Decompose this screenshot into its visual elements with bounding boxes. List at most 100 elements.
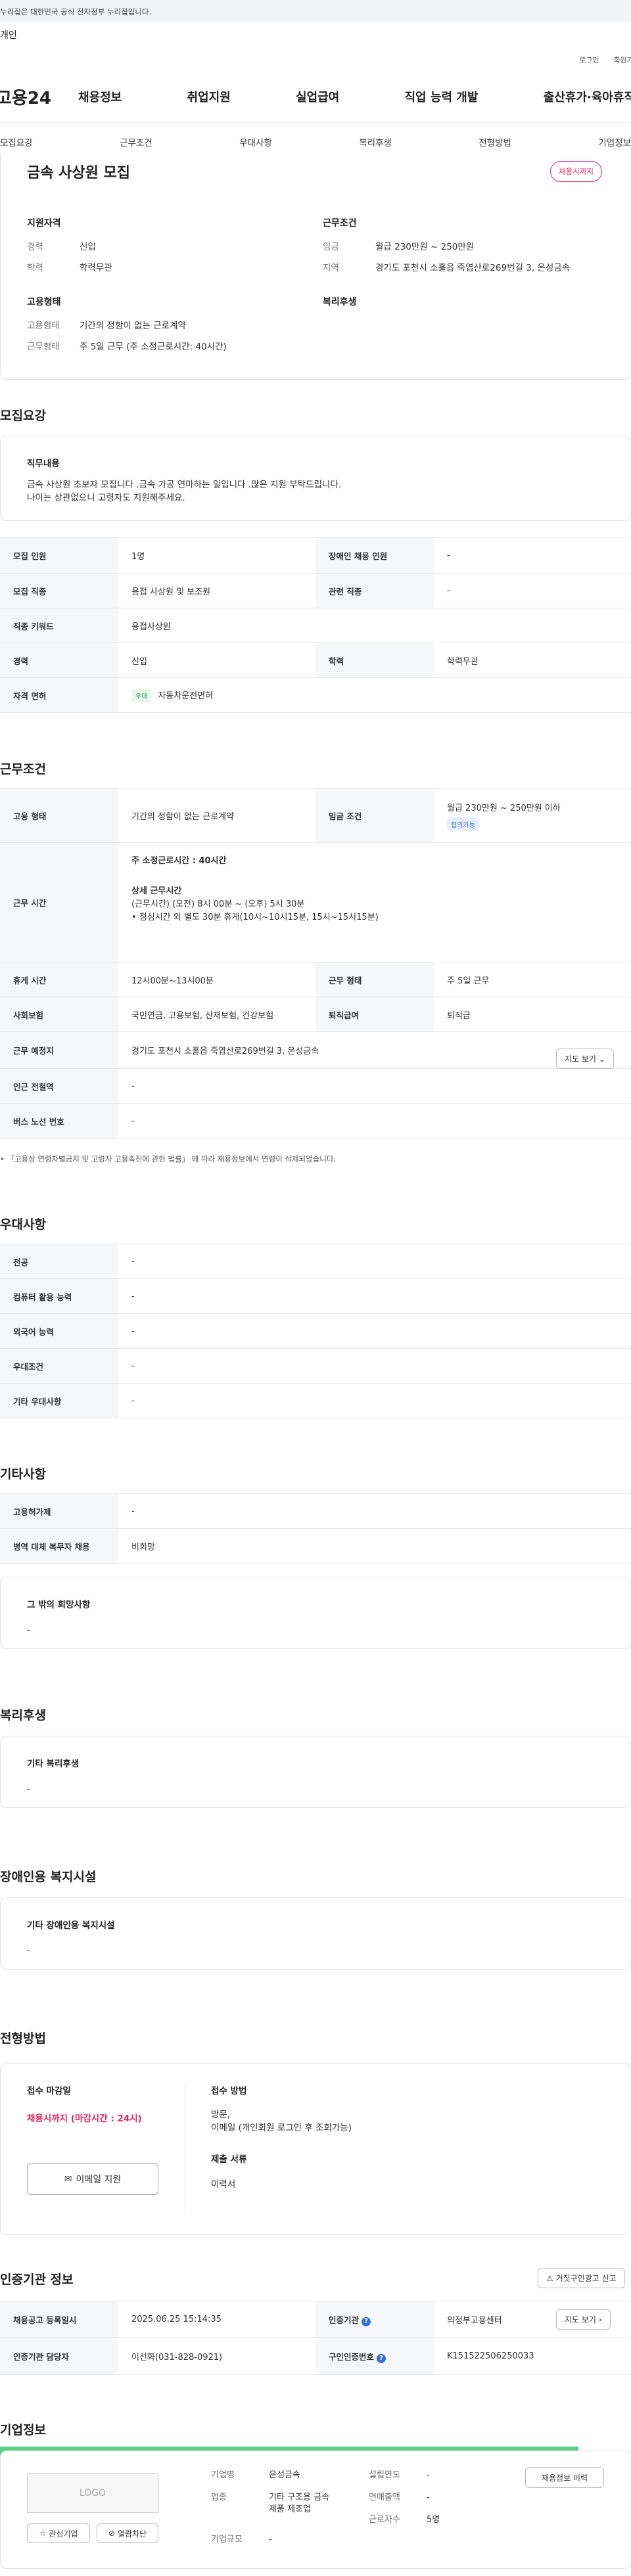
welfare-title: 복리후생 [323, 297, 357, 307]
method-group: 접수 방법 방문, 이메일 (개인회원 로그인 후 조회가능) 제출 서류 이력… [211, 2083, 352, 2190]
cell-key: 근무 시간 [0, 842, 118, 962]
conditions-title: 근무조건 [323, 218, 357, 229]
info-icon[interactable]: ? [362, 2316, 371, 2326]
revenue-key-text: 연매출액 [369, 2493, 400, 2502]
deadline-badge: 채용시까지 [550, 161, 602, 182]
cell-value: 2025.06.25 15:14:35 [118, 2301, 316, 2338]
table-row: 병역 대체 복무자 채용 비희망 [0, 1528, 631, 1564]
size-key: 기업규모 [211, 2534, 243, 2546]
cell-value: - [118, 1103, 631, 1139]
menu-jobs[interactable]: 채용정보 [78, 88, 122, 105]
cell-key: 장애인 채용 인원 [316, 537, 434, 574]
welfare-group: 복리후생 [323, 295, 599, 320]
info-icon[interactable]: ? [377, 2353, 386, 2363]
map-view-button[interactable]: 지도 보기 ⌄ [556, 1049, 614, 1069]
subnav-welfare[interactable]: 복리후생 [359, 135, 392, 148]
site-logo[interactable]: 고용24 [0, 85, 78, 109]
block-icon: ⊘ [108, 2529, 115, 2538]
member-type-tabs: 개인 기업 [0, 22, 631, 2558]
false-ad-report-button[interactable]: ⚠ 거짓구인광고 신고 [538, 2268, 625, 2288]
util-links: 로그인 회원가입 [0, 49, 631, 71]
email-apply-label: 이메일 지원 [76, 2175, 122, 2185]
cell-key: 인증기관 담당자 [0, 2338, 118, 2375]
preferred-tag: 우대 [131, 688, 152, 702]
table-row: 인근 전철역 - [0, 1068, 631, 1104]
emp-key: 근무형태 [27, 342, 60, 352]
table-row: 모집 직종 용접 사상원 및 보조원 관련 직종 - [0, 573, 631, 608]
menu-job-training[interactable]: 직업 능력 개발 [405, 88, 479, 105]
cell-value: - [434, 573, 631, 608]
company-logo: LOGO [27, 2474, 158, 2513]
table-row: 자격 면허 우대 자동차운전면허 [0, 677, 631, 713]
subnav-company[interactable]: 기업정보 [598, 135, 631, 148]
job-title: 금속 사상원 모집 [27, 165, 130, 181]
weekly-hours-text: 주 소정근로시간 : 40시간 [131, 856, 227, 866]
size-value: - [269, 2535, 272, 2544]
gov-notice-text: 이 누리집은 대한민국 공식 전자정부 누리집입니다. [0, 7, 152, 16]
section-title-preference: 우대사항 [0, 1217, 46, 1232]
disability-value: - [27, 1945, 30, 1956]
cell-value: 비희망 [118, 1528, 631, 1564]
cell-value: - [118, 1068, 631, 1104]
method-line: 이메일 (개인회원 로그인 후 조회가능) [211, 2123, 352, 2133]
size-key-text: 기업규모 [211, 2535, 243, 2544]
subnav-work[interactable]: 근무조건 [120, 135, 152, 148]
other-table: 고용허가제 - 병역 대체 복무자 채용 비희망 [0, 1493, 631, 1564]
agency-map-button[interactable]: 지도 보기 › [556, 2309, 611, 2330]
subnav-recruit[interactable]: 모집요강 [0, 135, 33, 148]
cell-key: 직종 키워드 [0, 608, 118, 643]
cell-key: 모집 직종 [0, 573, 118, 608]
cell-key: 관련 직종 [316, 573, 434, 608]
cell-key: 근무 예정지 [0, 1031, 118, 1069]
favorite-company-button[interactable]: ☆ 관심기업 [27, 2523, 90, 2543]
signup-link[interactable]: 회원가입 [614, 55, 631, 65]
menu-unemployment-benefit[interactable]: 실업급여 [296, 88, 339, 105]
login-link[interactable]: 로그인 [579, 55, 599, 65]
cell-value: 1명 [118, 537, 316, 574]
cell-value: - [434, 537, 631, 574]
tab-personal[interactable]: 개인 [0, 22, 53, 49]
table-row: 버스 노선 번호 - [0, 1103, 631, 1139]
founded-key-text: 설립연도 [369, 2470, 400, 2480]
emp-value: 주 5일 근무 (주 소정근로시간: 40시간) [80, 342, 227, 352]
agency-table: 채용공고 등록일시 2025.06.25 15:14:35 인증기관? 의정부고… [0, 2301, 631, 2375]
qualification-group: 지원자격 경력 신입 학력 학력무관 [27, 216, 303, 283]
welfare-value: - [27, 1784, 30, 1794]
star-icon: ☆ [39, 2529, 47, 2538]
other-wishes-box: 그 밖의 희망사항 - [0, 1577, 630, 1649]
section-title-welfare: 복리후생 [0, 1708, 46, 1723]
method-label: 접수 방법 [211, 2086, 247, 2096]
email-apply-button[interactable]: ✉ 이메일 지원 [27, 2163, 158, 2195]
menu-maternity-leave[interactable]: 출산휴가·육아휴직 [544, 88, 631, 105]
employment-group: 고용형태 고용형태 기간의 정함이 없는 근로계약 근무형태 주 5일 근무 (주 … [27, 295, 303, 362]
emp-key: 고용형태 [27, 321, 60, 331]
conditions-group: 근무조건 임금 월급 230만원 ~ 250만원 지역 경기도 포천시 소홀읍 죽엽… [323, 216, 599, 283]
cell-value: 우대 자동차운전면허 [118, 677, 631, 713]
menu-employment-support[interactable]: 취업지원 [187, 88, 231, 105]
emp-value: 기간의 정함이 없는 근로계약 [80, 321, 186, 331]
subnav-preference[interactable]: 우대사항 [239, 135, 272, 148]
table-row: 우대조건 - [0, 1348, 631, 1384]
detail-hours-title: 상세 근무시간 [131, 886, 182, 896]
cell-key: 구인인증번호? [316, 2338, 434, 2375]
method-line: 방문, [211, 2110, 231, 2120]
alert-icon: ⚠ [546, 2274, 553, 2283]
block-view-button[interactable]: ⊘ 열람차단 [97, 2523, 158, 2543]
subnav-selection[interactable]: 전형방법 [479, 135, 511, 148]
cell-value: - [118, 1348, 631, 1384]
section-title-disability: 장애인용 복지시설 [0, 1870, 97, 1884]
table-row: 휴게 시간 12시00분~13시00분 근무 형태 주 5일 근무 [0, 962, 631, 997]
qual-value: 학력무관 [80, 263, 112, 273]
revenue-key: 연매출액 [369, 2492, 400, 2504]
section-title-work: 근무조건 [0, 762, 46, 777]
employment-title: 고용형태 [27, 297, 61, 307]
cell-key: 외국어 능력 [0, 1313, 118, 1349]
recruit-history-button[interactable]: 채용정보 이력 [525, 2467, 604, 2488]
disability-box: 기타 장애인용 복지시설 - [0, 1897, 630, 1970]
recruit-table: 모집 인원 1명 장애인 채용 인원 - 모집 직종 용접 사상원 및 보조원 … [0, 537, 631, 713]
table-row: 사회보험 국민연금, 고용보험, 산재보험, 건강보험 퇴직급여 퇴직금 [0, 997, 631, 1032]
welfare-label: 기타 복리후생 [27, 1759, 80, 1769]
deadline-group: 접수 마감일 채용시까지 (마감시간 : 24시) [27, 2083, 142, 2124]
cell-key: 자격 면허 [0, 677, 118, 713]
cell-key: 사회보험 [0, 997, 118, 1032]
